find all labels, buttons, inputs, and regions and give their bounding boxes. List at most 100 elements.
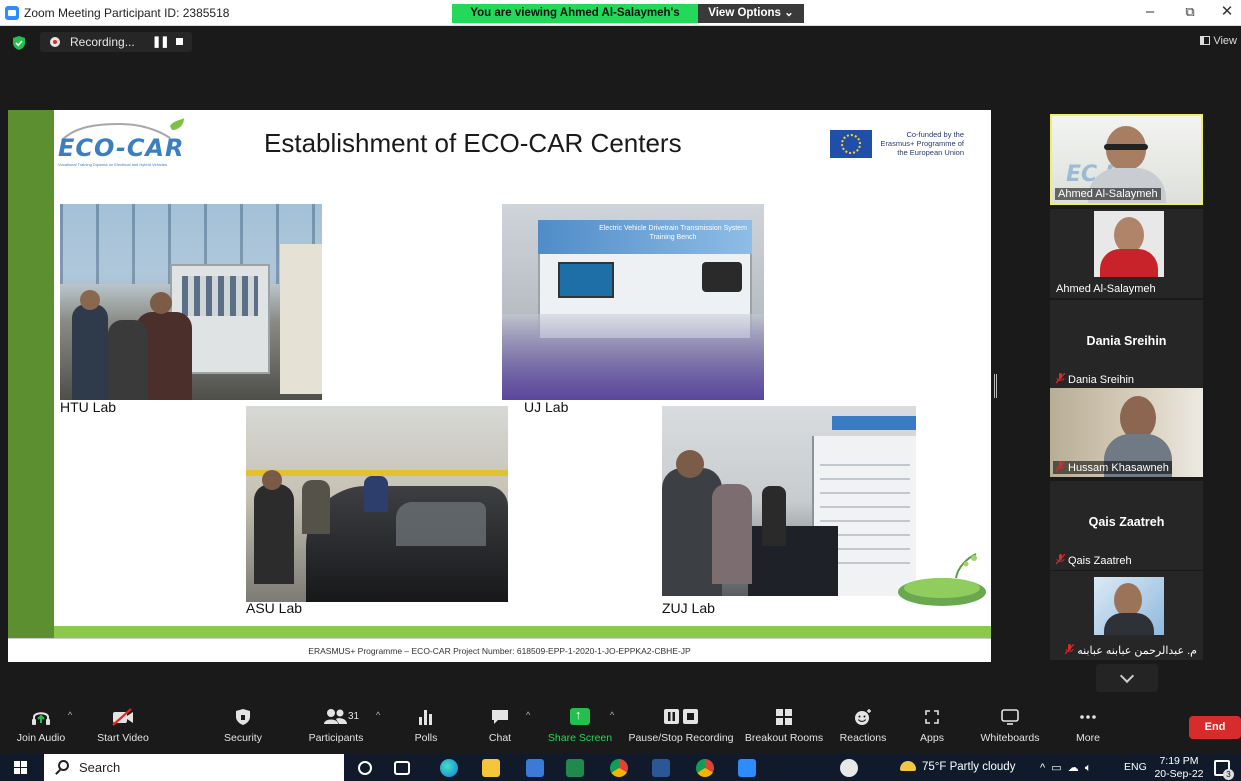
uj-lab-label: UJ Lab [524,399,569,415]
apps-button[interactable]: Apps [914,708,950,744]
apps-icon [925,710,939,724]
zoom-app-icon [5,6,19,20]
chat-button[interactable]: Chat ^ [482,708,530,744]
restore-button[interactable]: ⧉ [1175,3,1205,23]
viewing-share-banner: You are viewing Ahmed Al-Salaymeh's scre… [452,4,698,38]
meeting-toolbar: Join Audio ^ Start Video Security 31 Par… [0,702,1241,754]
word-icon[interactable] [652,759,670,777]
view-layout-button[interactable]: View [1200,35,1237,47]
chat-icon [492,710,508,724]
muted-mic-icon [1065,644,1075,655]
more-button[interactable]: More [1068,708,1108,744]
weather-icon [900,761,916,771]
uj-lab-photo: Electric Vehicle Drivetrain Transmission… [502,204,764,400]
input-language[interactable]: ENG [1124,761,1147,773]
participant-tile[interactable]: Dania Sreihin Dania Sreihin [1050,300,1203,389]
recording-indicator: Recording... ❚❚ [40,32,192,52]
split-resize-handle[interactable] [994,374,997,398]
file-explorer-icon[interactable] [482,759,500,777]
whiteboards-button[interactable]: Whiteboards [978,708,1042,744]
gallery-scroll-down-button[interactable] [1096,664,1158,692]
shield-icon [236,709,250,725]
slide-title: Establishment of ECO-CAR Centers [264,128,682,158]
stop-recording-icon[interactable] [176,38,183,45]
chrome-icon[interactable] [610,759,628,777]
participant-display-name: Qais Zaatreh [1088,515,1165,529]
share-screen-icon [570,707,590,725]
headphones-icon [32,712,50,725]
windows-start-icon[interactable] [14,761,28,775]
participants-icon [324,709,347,724]
help-icon[interactable] [840,759,858,777]
window-title: Zoom Meeting Participant ID: 2385518 [24,6,230,20]
taskbar-search-box[interactable]: Search [44,754,344,781]
participant-tile[interactable]: م. عبدالرحمن عبابنه عبابنه [1050,571,1203,660]
chat-options-caret-icon[interactable]: ^ [526,710,530,720]
participant-name: Ahmed Al-Salaymeh [1055,188,1161,200]
participants-button[interactable]: 31 Participants ^ [304,708,380,744]
zuj-lab-photo [662,406,916,596]
zuj-lab-label: ZUJ Lab [662,600,715,616]
polls-icon [419,710,432,725]
htu-lab-label: HTU Lab [60,399,117,415]
asu-lab-photo [246,406,508,602]
whiteboard-icon [1001,709,1019,725]
participant-display-name: Dania Sreihin [1086,334,1167,348]
share-screen-button[interactable]: Share Screen ^ [546,707,614,744]
participants-count: 31 [348,711,360,722]
breakout-rooms-icon [776,709,792,725]
share-options-caret-icon[interactable]: ^ [610,710,614,720]
task-view-icon[interactable] [394,761,410,775]
video-off-icon [112,708,133,726]
polls-button[interactable]: Polls [406,708,446,744]
join-audio-button[interactable]: Join Audio ^ [14,708,72,744]
encryption-shield-icon[interactable] [12,36,26,50]
close-button[interactable]: ✕ [1212,3,1241,23]
audio-options-caret-icon[interactable]: ^ [68,710,72,720]
participant-name-label: Qais Zaatreh [1053,554,1135,567]
participant-tile[interactable]: Qais Zaatreh Qais Zaatreh [1050,481,1203,570]
slide-footer: ERASMUS+ Programme – ECO-CAR Project Num… [8,638,991,662]
recording-dot-icon [50,37,60,47]
cortana-icon[interactable] [358,761,372,775]
grass-decoration [898,553,986,606]
end-meeting-button[interactable]: End [1189,716,1241,739]
start-video-button[interactable]: Start Video [94,708,152,744]
security-button[interactable]: Security [218,708,268,744]
notifications-icon[interactable]: 3 [1214,760,1234,780]
uj-poster-title: Electric Vehicle Drivetrain Transmission… [599,225,747,241]
minimize-button[interactable]: – [1135,3,1165,23]
search-icon [58,760,69,771]
participant-tile[interactable]: Hussam Khasawneh [1050,388,1203,477]
chrome-profile-icon[interactable] [696,759,714,777]
slide-side-bar [8,110,54,638]
weather-widget[interactable]: 75°F Partly cloudy [900,761,1015,773]
taskbar-search-placeholder: Search [79,760,121,775]
pause-recording-icon[interactable]: ❚❚ [152,35,169,48]
muted-mic-icon [1056,554,1065,565]
participant-name-label: م. عبدالرحمن عبابنه عبابنه [1062,644,1200,657]
view-options-button[interactable]: View Options ⌄ [698,4,804,23]
zoom-taskbar-icon[interactable] [738,759,756,777]
eu-flag-icon [830,130,872,158]
reactions-button[interactable]: Reactions [838,708,888,744]
smiley-icon [855,709,871,725]
store-icon[interactable] [526,759,544,777]
excel-icon[interactable] [566,759,584,777]
logo-subtitle: Vocational Training Diploma on Electrica… [58,162,167,167]
asu-lab-label: ASU Lab [246,600,303,616]
participant-tile[interactable]: Ahmed Al-Salaymeh [1050,209,1203,298]
participant-tile[interactable]: EC R Ahmed Al-Salaymeh [1050,114,1203,205]
participant-name-label: Hussam Khasawneh [1053,461,1172,474]
muted-mic-icon [1056,461,1065,472]
recording-status: Recording... [70,35,135,49]
breakout-rooms-button[interactable]: Breakout Rooms [744,708,824,744]
participant-name-label: Dania Sreihin [1053,373,1137,386]
taskbar-clock[interactable]: 7:19 PM 20-Sep-22 [1154,755,1204,781]
pause-stop-recording-button[interactable]: Pause/Stop Recording [626,708,736,744]
participants-options-caret-icon[interactable]: ^ [376,710,380,720]
system-tray-icons[interactable]: ^ ▭ ☁ 🔈︎ [1040,761,1092,775]
window-titlebar: Zoom Meeting Participant ID: 2385518 You… [0,0,1241,38]
edge-browser-icon[interactable] [440,759,458,777]
eu-cofunded-text: Co-funded by the Erasmus+ Programme of t… [880,130,964,157]
